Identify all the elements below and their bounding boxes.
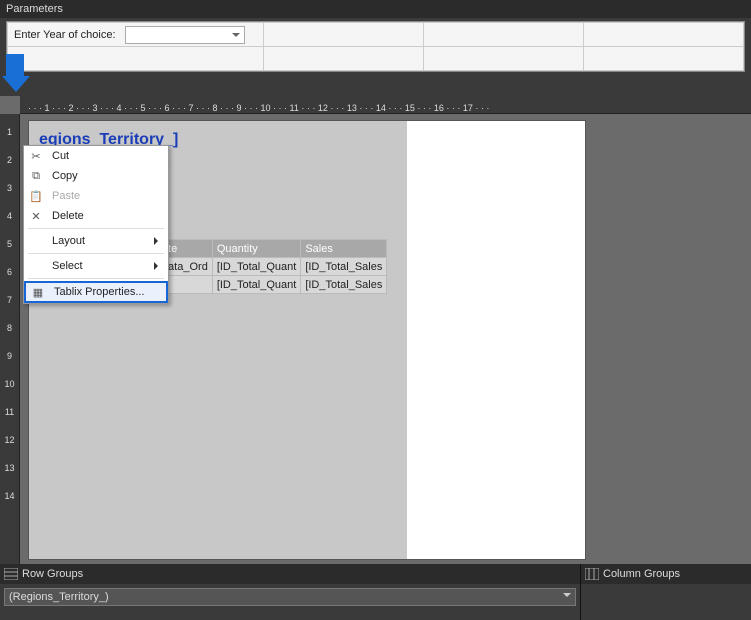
paste-icon: 📋: [28, 189, 44, 203]
row-group-item[interactable]: (Regions_Territory_): [4, 588, 576, 606]
param-cell-empty-2: [424, 23, 584, 47]
parameters-grid: Enter Year of choice:: [6, 21, 745, 72]
ctx-copy[interactable]: ⧉ Copy: [24, 166, 168, 186]
param-cell-empty-7: [584, 47, 744, 71]
param-cell-empty-4: [8, 47, 264, 71]
row-group-item-label: (Regions_Territory_): [9, 591, 109, 603]
ctx-separator-1: [28, 228, 164, 229]
column-groups-icon: [585, 568, 599, 580]
param-cell-empty-1: [264, 23, 424, 47]
ruler-h-marks: · · · 1 · · · 2 · · · 3 · · · 4 · · · 5 …: [28, 103, 489, 113]
blank-icon: [28, 259, 44, 273]
ctx-cut[interactable]: ✂ Cut: [24, 146, 168, 166]
ctx-delete[interactable]: ✕ Delete: [24, 206, 168, 226]
cell-sales-total[interactable]: [ID_Total_Sales: [301, 276, 387, 294]
ctx-separator-3: [28, 278, 164, 279]
cell-sales[interactable]: [ID_Total_Sales: [301, 258, 387, 276]
blank-icon: [28, 234, 44, 248]
design-surface: · · · 1 · · · 2 · · · 3 · · · 4 · · · 5 …: [0, 96, 751, 564]
row-groups-icon: [4, 568, 18, 580]
ctx-tablix-properties[interactable]: ▦ Tablix Properties...: [24, 281, 168, 303]
param-cell-empty-6: [424, 47, 584, 71]
col-header-sales[interactable]: Sales: [301, 240, 387, 258]
row-groups-title: Row Groups: [22, 568, 83, 580]
ctx-separator-2: [28, 253, 164, 254]
page-white-area: [407, 121, 585, 559]
parameter-label: Enter Year of choice:: [14, 28, 116, 40]
report-page[interactable]: egions_Territory_] n your total sales of…: [28, 120, 586, 560]
param-cell-empty-3: [584, 23, 744, 47]
context-menu: ✂ Cut ⧉ Copy 📋 Paste ✕ Delete: [23, 145, 169, 304]
annotation-arrow: [2, 54, 28, 94]
row-groups-panel: (Regions_Territory_): [0, 584, 580, 620]
copy-icon: ⧉: [28, 169, 44, 183]
ctx-select[interactable]: Select: [24, 256, 168, 276]
parameters-panel-header: Parameters: [0, 0, 751, 18]
vertical-ruler: 1 2 3 4 5 6 7 8 9 10 11 12 13 14: [0, 114, 20, 564]
canvas[interactable]: egions_Territory_] n your total sales of…: [20, 114, 751, 564]
horizontal-ruler: · · · 1 · · · 2 · · · 3 · · · 4 · · · 5 …: [20, 96, 751, 114]
column-groups-title: Column Groups: [603, 568, 680, 580]
col-header-qty[interactable]: Quantity: [212, 240, 301, 258]
properties-icon: ▦: [30, 285, 46, 299]
chevron-down-icon[interactable]: [563, 593, 571, 601]
chevron-right-icon: [154, 237, 162, 245]
ctx-paste: 📋 Paste: [24, 186, 168, 206]
param-cell-empty-5: [264, 47, 424, 71]
groups-header-bar: Row Groups Column Groups: [0, 564, 751, 584]
scissors-icon: ✂: [28, 149, 44, 163]
cell-qty[interactable]: [ID_Total_Quant: [212, 258, 301, 276]
ctx-layout[interactable]: Layout: [24, 231, 168, 251]
column-groups-panel: [580, 584, 751, 620]
parameters-title: Parameters: [6, 3, 63, 15]
year-combo[interactable]: [125, 26, 245, 44]
delete-icon: ✕: [28, 209, 44, 223]
cell-qty-total[interactable]: [ID_Total_Quant: [212, 276, 301, 294]
chevron-right-icon: [154, 262, 162, 270]
